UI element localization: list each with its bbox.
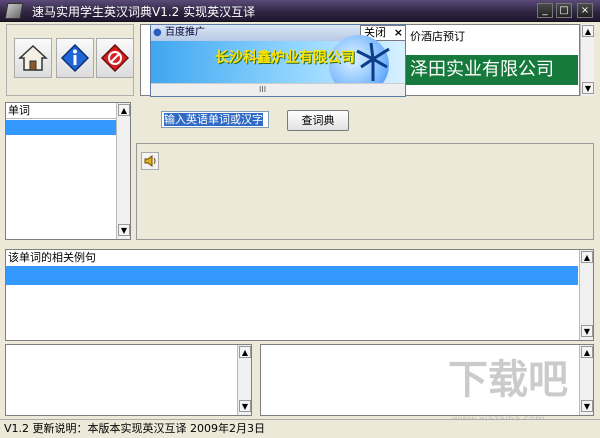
scroll-up-arrow-icon[interactable]: ▲ <box>239 346 251 358</box>
status-bar: V1.2 更新说明：本版本实现英汉互译 2009年2月3日 <box>0 419 600 438</box>
minimize-button[interactable]: _ <box>537 3 553 18</box>
watermark: 下载吧 www.xiazaiba.com <box>448 360 596 426</box>
hotel-booking-link[interactable]: 价酒店预订 <box>410 28 465 44</box>
stop-icon <box>100 43 130 73</box>
ad-vertical-scrollbar[interactable]: ▲ ▼ <box>580 24 594 96</box>
scroll-down-arrow-icon[interactable]: ▼ <box>582 82 594 94</box>
paw-icon: ● <box>153 27 162 38</box>
search-input[interactable]: 输入英语单词或汉字 <box>161 111 269 128</box>
maximize-button[interactable]: □ <box>556 3 572 18</box>
scroll-down-arrow-icon[interactable]: ▼ <box>581 325 593 337</box>
ad-title: 百度推广 <box>165 27 205 38</box>
scroll-up-arrow-icon[interactable]: ▲ <box>581 346 593 358</box>
home-button[interactable] <box>14 38 52 78</box>
info-icon <box>60 43 90 73</box>
scroll-down-arrow-icon[interactable]: ▼ <box>118 224 130 236</box>
window-title: 速马实用学生英汉词典V1.2 实现英汉互译 <box>32 5 256 19</box>
scroll-up-arrow-icon[interactable]: ▲ <box>581 251 593 263</box>
lookup-button[interactable]: 查词典 <box>287 110 349 131</box>
english-pane-scrollbar[interactable]: ▲ ▼ <box>237 345 251 415</box>
definition-panel <box>136 143 594 240</box>
scroll-up-arrow-icon[interactable]: ▲ <box>118 104 130 116</box>
word-list-header: 单词 <box>6 103 116 119</box>
scroll-up-arrow-icon[interactable]: ▲ <box>582 25 594 37</box>
scroll-down-arrow-icon[interactable]: ▼ <box>239 400 251 412</box>
speaker-icon <box>144 155 156 167</box>
search-input-text: 输入英语单词或汉字 <box>164 113 263 126</box>
watermark-text: 下载吧 <box>448 356 568 403</box>
close-icon: × <box>393 26 403 39</box>
example-sentences-header: 该单词的相关例句 <box>6 250 578 266</box>
ad-company-name: 长沙科鑫炉业有限公司 <box>215 50 355 66</box>
home-icon <box>18 44 48 71</box>
ad-banner[interactable]: 长沙科鑫炉业有限公司 <box>151 35 405 95</box>
ad-horizontal-scrollbar[interactable]: III <box>151 83 405 96</box>
ad-popup[interactable]: ● 百度推广 关闭 × 长沙科鑫炉业有限公司 III <box>150 24 406 97</box>
title-bar[interactable]: 速马实用学生英汉词典V1.2 实现英汉互译 _ □ × <box>0 0 600 22</box>
word-list-item[interactable] <box>6 120 116 135</box>
english-text-pane[interactable] <box>5 344 252 416</box>
stop-button[interactable] <box>96 38 134 78</box>
pronounce-button[interactable] <box>141 152 159 170</box>
scroll-thumb[interactable]: III <box>259 86 271 94</box>
app-icon <box>4 3 24 19</box>
example-sentence-row[interactable] <box>6 266 578 285</box>
close-button[interactable]: × <box>577 3 593 18</box>
word-list-scrollbar[interactable]: ▲ ▼ <box>116 103 130 239</box>
examples-scrollbar[interactable]: ▲ ▼ <box>579 250 593 340</box>
info-button[interactable] <box>56 38 94 78</box>
ad-green-banner[interactable]: 泽田实业有限公司 <box>406 55 578 85</box>
palm-tree-icon <box>356 42 390 81</box>
